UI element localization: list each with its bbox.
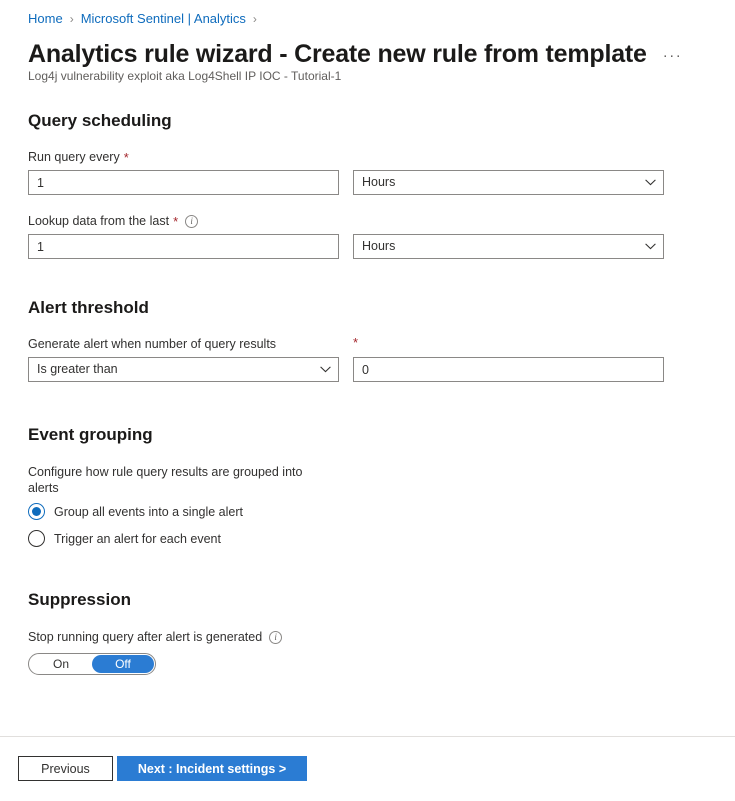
breadcrumb-item-microsoft-sentinel-analytics[interactable]: Microsoft Sentinel | Analytics (81, 10, 246, 28)
radio-group-all-events[interactable]: Group all events into a single alert (28, 503, 707, 520)
page-title: Analytics rule wizard - Create new rule … (28, 38, 647, 70)
event-grouping-group: Configure how rule query results are gro… (28, 464, 707, 547)
field-run-query-every: Run query every * Hours (28, 149, 707, 195)
radio-selected-icon (28, 503, 45, 520)
suppression-group: Stop running query after alert is genera… (28, 629, 707, 675)
lookup-data-unit-cell: Hours (353, 234, 664, 259)
threshold-value-cell (353, 357, 664, 382)
field-lookup-data: Lookup data from the last * i Hours (28, 213, 707, 259)
lookup-data-value-cell (28, 234, 339, 259)
section-heading-event-grouping: Event grouping (28, 424, 707, 446)
radio-unselected-icon (28, 530, 45, 547)
wizard-footer: Previous Next : Incident settings > (18, 756, 307, 781)
label-lookup-data-text: Lookup data from the last (28, 213, 169, 229)
lookup-data-input[interactable] (28, 234, 339, 259)
footer-divider (0, 736, 735, 737)
suppression-toggle-on[interactable]: On (30, 655, 92, 673)
alert-threshold-operator-value: Is greater than (28, 357, 339, 382)
section-heading-suppression: Suppression (28, 589, 707, 611)
info-icon[interactable]: i (185, 215, 198, 228)
label-threshold-required: * (353, 336, 664, 349)
wizard-content: Query scheduling Run query every * Hours (0, 110, 735, 730)
run-query-every-input[interactable] (28, 170, 339, 195)
radio-trigger-each-event-label: Trigger an alert for each event (54, 531, 221, 547)
required-asterisk: * (353, 336, 358, 349)
alert-threshold-label-cell: Generate alert when number of query resu… (28, 336, 339, 357)
breadcrumb-separator-icon-2: › (253, 10, 257, 28)
suppression-toggle-off[interactable]: Off (92, 655, 154, 673)
run-query-every-unit-dropdown[interactable]: Hours (353, 170, 664, 195)
previous-button[interactable]: Previous (18, 756, 113, 781)
breadcrumb: Home › Microsoft Sentinel | Analytics › (28, 10, 264, 28)
lookup-data-unit-value: Hours (353, 234, 664, 259)
page-subtitle: Log4j vulnerability exploit aka Log4Shel… (28, 68, 341, 84)
alert-threshold-input[interactable] (353, 357, 664, 382)
next-incident-settings-button[interactable]: Next : Incident settings > (117, 756, 307, 781)
run-query-every-unit-value: Hours (353, 170, 664, 195)
threshold-label-cell: * (353, 336, 664, 354)
label-lookup-data: Lookup data from the last * i (28, 213, 707, 229)
required-asterisk: * (124, 151, 129, 164)
row-alert-threshold-controls: Is greater than (28, 357, 707, 382)
row-lookup-data: Hours (28, 234, 707, 259)
more-options-icon[interactable]: ··· (663, 36, 683, 72)
label-run-query-every: Run query every * (28, 149, 707, 165)
label-stop-running-query: Stop running query after alert is genera… (28, 629, 707, 645)
radio-trigger-each-event[interactable]: Trigger an alert for each event (28, 530, 707, 547)
run-query-every-unit-cell: Hours (353, 170, 664, 195)
row-alert-threshold-labels: Generate alert when number of query resu… (28, 336, 707, 357)
field-alert-threshold: Generate alert when number of query resu… (28, 336, 707, 382)
radio-group-all-events-label: Group all events into a single alert (54, 504, 243, 520)
suppression-toggle[interactable]: On Off (28, 653, 156, 675)
section-heading-query-scheduling: Query scheduling (28, 110, 707, 132)
event-grouping-description: Configure how rule query results are gro… (28, 464, 328, 496)
page-title-row: Analytics rule wizard - Create new rule … (28, 36, 682, 72)
section-heading-alert-threshold: Alert threshold (28, 297, 707, 319)
alert-threshold-operator-dropdown[interactable]: Is greater than (28, 357, 339, 382)
label-generate-alert: Generate alert when number of query resu… (28, 336, 339, 352)
operator-cell: Is greater than (28, 357, 339, 382)
row-run-query-every: Hours (28, 170, 707, 195)
info-icon[interactable]: i (269, 631, 282, 644)
breadcrumb-separator-icon: › (70, 10, 74, 28)
breadcrumb-item-home[interactable]: Home (28, 10, 63, 28)
label-stop-running-query-text: Stop running query after alert is genera… (28, 629, 262, 645)
label-run-query-every-text: Run query every (28, 149, 120, 165)
run-query-every-value-cell (28, 170, 339, 195)
required-asterisk: * (173, 215, 178, 228)
lookup-data-unit-dropdown[interactable]: Hours (353, 234, 664, 259)
label-generate-alert-text: Generate alert when number of query resu… (28, 336, 276, 352)
